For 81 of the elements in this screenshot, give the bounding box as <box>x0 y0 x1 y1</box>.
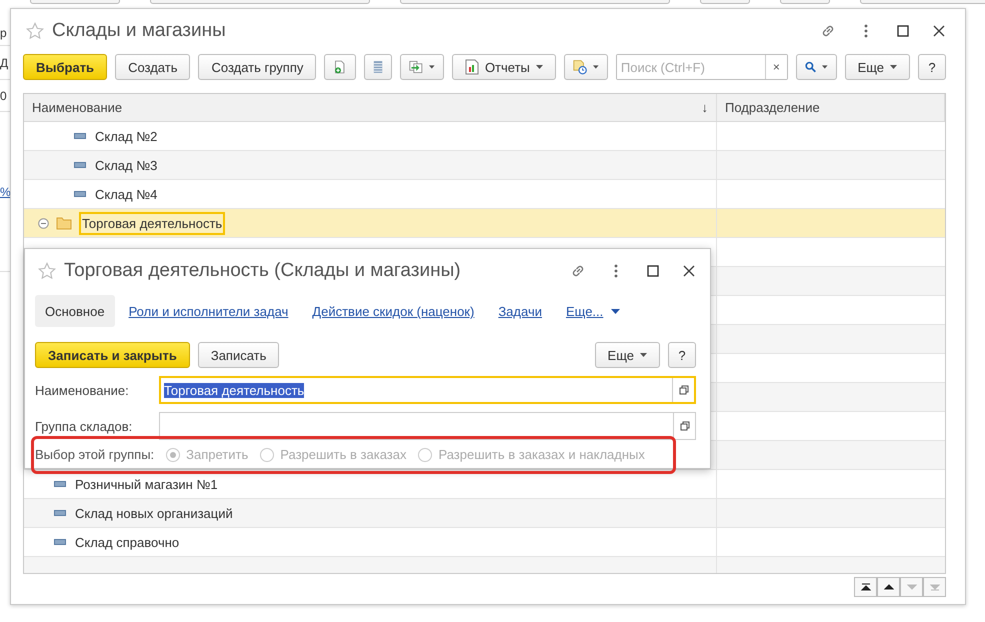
item-icon <box>74 162 86 168</box>
select-button[interactable]: Выбрать <box>23 54 108 80</box>
item-icon <box>54 510 66 516</box>
save-close-button[interactable]: Записать и закрыть <box>35 342 190 368</box>
search-field[interactable]: Поиск (Ctrl+F) × <box>616 54 788 80</box>
tab[interactable]: Основное <box>35 295 115 328</box>
link-icon[interactable] <box>820 23 836 39</box>
row-name: Склад справочно <box>74 534 180 552</box>
collapse-icon[interactable] <box>38 218 49 228</box>
table-row[interactable]: Склад №4 <box>24 180 945 209</box>
window-title: Склады и магазины <box>52 20 227 42</box>
row-name: Склад новых организаций <box>74 504 234 523</box>
row-name: Торговая деятельность <box>79 212 226 234</box>
caret-icon <box>536 65 543 69</box>
table-row[interactable]: Торговая деятельность <box>24 209 945 238</box>
caret-icon <box>822 65 828 69</box>
item-icon <box>74 191 86 197</box>
table-row[interactable]: Склад №3 <box>24 151 945 180</box>
add-document-icon <box>333 59 347 75</box>
caret-icon <box>429 65 435 69</box>
maximize-icon[interactable] <box>896 24 910 38</box>
help-button[interactable]: ? <box>668 342 696 368</box>
toolbar-icon-button[interactable] <box>364 54 392 80</box>
input-field[interactable]: Торговая деятельность <box>159 376 696 404</box>
sort-icon: ↓ <box>702 100 708 115</box>
toolbar-button[interactable]: Создать <box>115 54 190 80</box>
column-header[interactable]: Подразделение <box>717 94 945 121</box>
field-label: Группа складов: <box>35 418 134 434</box>
close-icon[interactable] <box>932 24 946 38</box>
maximize-icon[interactable] <box>646 264 660 278</box>
tab[interactable]: Действие скидок (наценок) <box>302 295 484 328</box>
field-label: Выбор этой группы: <box>35 447 154 462</box>
caret-icon <box>611 308 620 314</box>
document-clock-icon <box>572 58 588 76</box>
dropdown-button[interactable] <box>564 54 608 80</box>
item-icon <box>74 133 86 139</box>
save-button[interactable]: Записать <box>198 342 280 368</box>
scroll-top-button[interactable] <box>854 577 877 597</box>
dropdown-button[interactable] <box>796 54 837 80</box>
open-window-icon <box>680 421 690 431</box>
item-icon <box>54 481 66 487</box>
table-row[interactable]: Розничный магазин №1 <box>24 470 945 499</box>
report-icon <box>464 59 479 75</box>
clear-button[interactable]: × <box>764 55 787 79</box>
caret-icon <box>890 65 898 69</box>
dialog-title: Торговая деятельность (Склады и магазины) <box>64 260 462 282</box>
scroll-up-button[interactable] <box>877 577 900 597</box>
more-menu[interactable]: Еще... <box>556 295 630 328</box>
row-name: Склад №4 <box>94 186 158 204</box>
toolbar-button[interactable]: Создать группу <box>198 54 316 80</box>
star-icon[interactable] <box>26 22 44 40</box>
item-icon <box>54 539 66 545</box>
arrow-to-edge-icon <box>930 582 940 592</box>
table-row[interactable]: Склад №2 <box>24 122 945 151</box>
star-icon[interactable] <box>38 262 56 280</box>
row-name: Розничный магазин №1 <box>74 476 219 494</box>
tab[interactable]: Задачи <box>488 295 552 328</box>
open-window-icon <box>678 385 688 395</box>
input-field[interactable] <box>159 412 696 440</box>
folder-icon <box>56 216 72 230</box>
table-row[interactable]: Склад справочно <box>24 528 945 557</box>
copy-documents-icon <box>408 59 424 75</box>
search-icon <box>804 60 816 74</box>
tab[interactable]: Роли и исполнители задач <box>118 295 298 328</box>
list-icon <box>372 59 383 75</box>
field-label: Наименование: <box>35 382 130 398</box>
triangle-icon <box>906 582 916 592</box>
triangle-icon <box>884 582 894 592</box>
dropdown-button[interactable]: Еще <box>844 54 910 80</box>
column-header[interactable]: Наименование ↓ <box>24 94 717 121</box>
dropdown-button[interactable]: Еще <box>594 342 660 368</box>
toolbar-icon-button[interactable] <box>324 54 356 80</box>
close-icon[interactable] <box>682 264 696 278</box>
help-button[interactable]: ? <box>918 54 946 80</box>
row-name: Склад №2 <box>94 128 158 146</box>
dropdown-button[interactable]: Отчеты <box>452 54 556 80</box>
table-row[interactable]: Склад новых организаций <box>24 499 945 528</box>
dropdown-button[interactable] <box>400 54 444 80</box>
caret-icon <box>593 65 599 69</box>
arrow-to-edge-icon <box>860 582 870 592</box>
row-name: Склад №3 <box>94 156 158 175</box>
